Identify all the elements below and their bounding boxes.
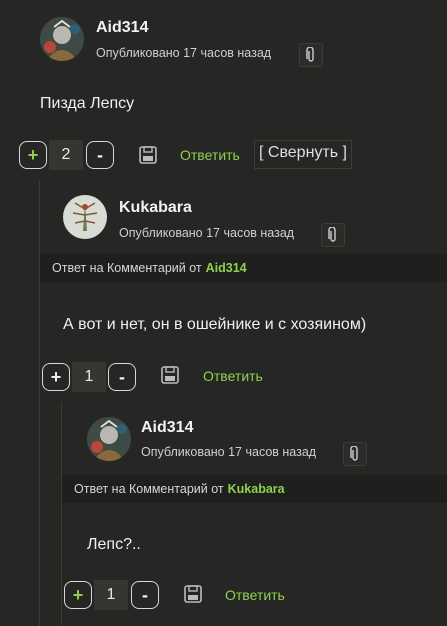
paperclip-icon[interactable] [299,43,323,67]
downvote-button[interactable]: - [86,141,114,169]
comment-text: А вот и нет, он в ошейнике и с хозяином) [63,316,367,333]
upvote-button[interactable]: + [19,141,47,169]
paperclip-icon[interactable] [321,223,345,247]
paperclip-icon[interactable] [343,442,367,466]
reply-to-author[interactable]: Aid314 [206,261,247,275]
comment-timestamp: Опубликовано 17 часов назад [119,226,295,240]
save-icon[interactable] [160,365,180,385]
downvote-button[interactable]: - [108,363,136,391]
comment-1: Aid314 Опубликовано 17 часов назад Пизда… [0,0,447,180]
avatar[interactable] [40,17,84,61]
reply-to-prefix: Ответ на Комментарий от [74,482,224,496]
comment-author[interactable]: Aid314 [141,419,193,437]
vote-count: 1 [72,362,106,392]
reply-to-prefix: Ответ на Комментарий от [52,261,202,275]
reply-link[interactable]: Ответить [180,147,240,163]
reply-link[interactable]: Ответить [225,587,285,603]
vote-count: 1 [94,580,128,610]
reply-to-author[interactable]: Kukabara [228,482,285,496]
reply-to-bar: Ответ на Комментарий от Kukabara [62,475,447,503]
comment-text: Пизда Лепсу [40,95,135,112]
avatar[interactable] [63,195,107,239]
collapse-button[interactable]: [ Свернуть ] [254,140,352,169]
save-icon[interactable] [183,584,203,604]
comment-text: Лепс?.. [87,536,141,553]
vote-count: 2 [49,140,83,170]
avatar[interactable] [87,417,131,461]
upvote-button[interactable]: + [64,581,92,609]
reply-to-bar: Ответ на Комментарий от Aid314 [40,254,447,282]
upvote-button[interactable]: + [42,363,70,391]
comment-timestamp: Опубликовано 17 часов назад [96,46,272,60]
comment-author[interactable]: Aid314 [96,19,148,37]
reply-link[interactable]: Ответить [203,368,263,384]
downvote-button[interactable]: - [131,581,159,609]
comment-2: Kukabara Опубликовано 17 часов назад Отв… [0,180,447,402]
comment-author[interactable]: Kukabara [119,199,192,217]
comment-timestamp: Опубликовано 17 часов назад [141,445,317,459]
save-icon[interactable] [138,145,158,165]
comment-3: Aid314 Опубликовано 17 часов назад Ответ… [0,402,447,626]
